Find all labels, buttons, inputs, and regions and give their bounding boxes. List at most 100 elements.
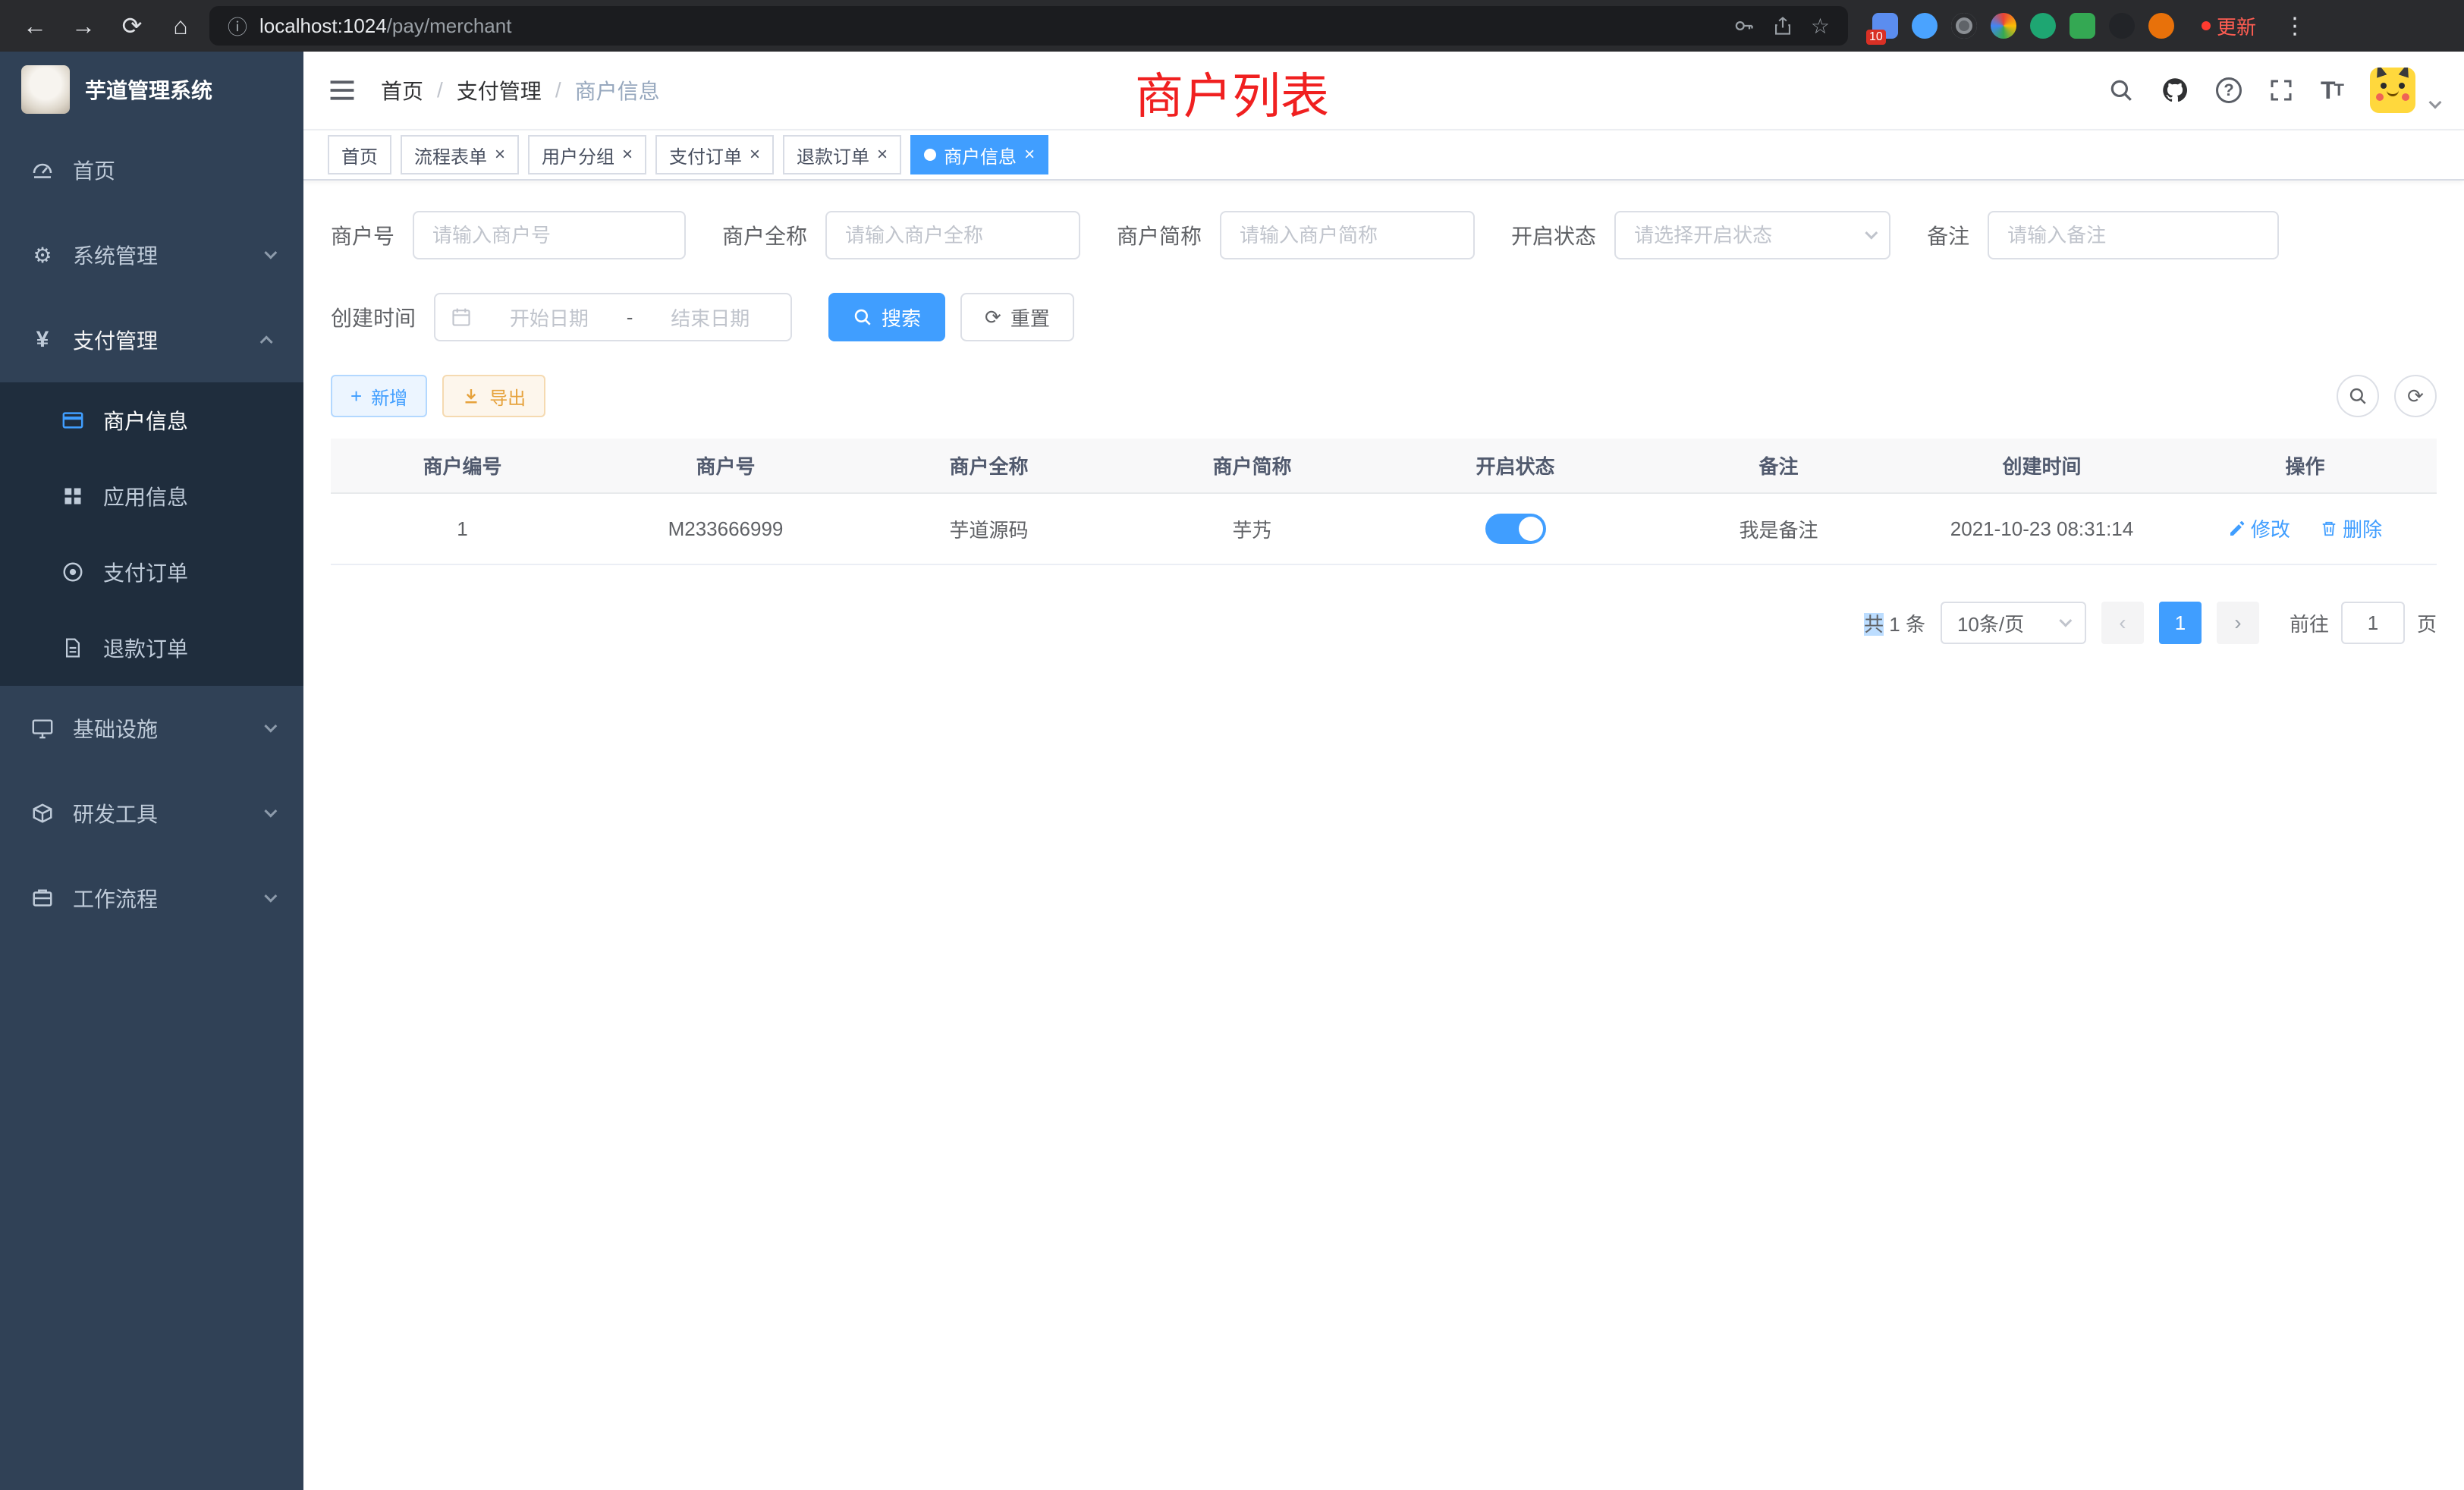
toggle-search-button[interactable] <box>2337 375 2379 417</box>
download-icon <box>462 387 480 405</box>
sidebar-item-label: 支付管理 <box>73 325 158 355</box>
breadcrumb-separator: / <box>555 78 561 102</box>
sidebar-item-dev-tools[interactable]: 研发工具 <box>0 771 303 856</box>
tab-merchant-info[interactable]: 商户信息× <box>910 135 1048 174</box>
reload-icon[interactable]: ⟳ <box>112 14 152 38</box>
breadcrumb-home[interactable]: 首页 <box>381 75 423 105</box>
address-bar[interactable]: ⓘ localhost:1024/pay/merchant ☆ <box>209 6 1848 46</box>
refresh-icon: ⟳ <box>985 307 1001 327</box>
active-dot-icon <box>924 149 936 161</box>
page-number-button[interactable]: 1 <box>2159 602 2202 644</box>
close-icon[interactable]: × <box>750 146 760 164</box>
merchant-card-icon <box>61 409 85 432</box>
cell-create-time: 2021-10-23 08:31:14 <box>1910 493 2173 564</box>
key-icon[interactable] <box>1733 15 1755 36</box>
extension-icon[interactable] <box>2070 13 2095 39</box>
next-page-button[interactable]: › <box>2217 602 2259 644</box>
delete-link[interactable]: 删除 <box>2320 514 2382 542</box>
prev-page-button[interactable]: ‹ <box>2101 602 2144 644</box>
browser-menu-icon[interactable]: ⋮ <box>2277 13 2312 39</box>
avatar-decoration <box>2399 68 2413 78</box>
tab-user-group[interactable]: 用户分组× <box>528 135 646 174</box>
search-button[interactable]: 搜索 <box>828 293 945 341</box>
merchant-name-input[interactable] <box>825 211 1080 259</box>
total-prefix: 共 <box>1864 613 1884 636</box>
sidebar-item-workflow[interactable]: 工作流程 <box>0 856 303 941</box>
merchant-no-input[interactable] <box>413 211 686 259</box>
forward-icon[interactable]: → <box>64 14 103 38</box>
cell-status <box>1384 493 1647 564</box>
user-avatar[interactable] <box>2370 68 2415 113</box>
date-range-picker[interactable]: 开始日期 - 结束日期 <box>434 293 792 341</box>
close-icon[interactable]: × <box>622 146 633 164</box>
close-icon[interactable]: × <box>1024 146 1035 164</box>
remark-input[interactable] <box>1988 211 2279 259</box>
page-size-select[interactable]: 10条/页 <box>1941 602 2086 644</box>
bookmark-star-icon[interactable]: ☆ <box>1811 14 1830 39</box>
sidebar-item-label: 支付订单 <box>103 557 188 587</box>
navbar-actions: ? TT <box>2108 68 2440 113</box>
user-menu-caret-icon[interactable] <box>2429 96 2442 109</box>
tab-process-form[interactable]: 流程表单× <box>401 135 519 174</box>
search-icon[interactable] <box>2108 77 2134 103</box>
goto-page-input[interactable] <box>2341 602 2405 644</box>
gear-icon: ⚙ <box>30 243 55 268</box>
close-icon[interactable]: × <box>877 146 888 164</box>
home-icon[interactable]: ⌂ <box>161 14 200 38</box>
update-label: 更新 <box>2217 12 2256 40</box>
font-size-icon[interactable]: TT <box>2321 77 2343 105</box>
help-icon[interactable]: ? <box>2216 77 2242 103</box>
sidebar-item-app-info[interactable]: 应用信息 <box>0 458 303 534</box>
extension-icon[interactable] <box>1951 13 1977 39</box>
date-separator: - <box>627 306 633 329</box>
export-button-label: 导出 <box>489 383 526 410</box>
total-count: 1 <box>1889 613 1900 636</box>
reset-button[interactable]: ⟳ 重置 <box>960 293 1074 341</box>
url-text[interactable]: localhost:1024/pay/merchant <box>259 14 1721 38</box>
search-icon <box>853 307 872 327</box>
extension-icon[interactable]: 10 <box>1872 13 1898 39</box>
avatar-decoration <box>2387 90 2399 96</box>
back-icon[interactable]: ← <box>15 14 55 38</box>
tab-home[interactable]: 首页 <box>328 135 391 174</box>
sidebar-item-payment-order[interactable]: 支付订单 <box>0 534 303 610</box>
sidebar-item-payment[interactable]: ¥ 支付管理 <box>0 297 303 382</box>
refresh-table-button[interactable]: ⟳ <box>2394 375 2437 417</box>
sidebar-item-label: 应用信息 <box>103 481 188 511</box>
profile-avatar-icon[interactable] <box>2148 13 2174 39</box>
add-button[interactable]: + 新增 <box>331 375 427 417</box>
tab-payment-order[interactable]: 支付订单× <box>655 135 774 174</box>
field-label: 开启状态 <box>1511 220 1596 250</box>
extension-icon[interactable] <box>1991 13 2016 39</box>
toggle-knob <box>1519 517 1543 541</box>
fullscreen-icon[interactable] <box>2269 78 2293 102</box>
screen: ← → ⟳ ⌂ ⓘ localhost:1024/pay/merchant ☆ … <box>0 0 2464 1490</box>
status-select[interactable] <box>1614 211 1890 259</box>
chevron-down-icon <box>264 890 277 903</box>
start-date-placeholder: 开始日期 <box>484 303 614 332</box>
extension-icon[interactable] <box>2109 13 2135 39</box>
browser-update-button[interactable]: 更新 <box>2202 12 2256 40</box>
sidebar-item-refund-order[interactable]: 退款订单 <box>0 610 303 686</box>
status-toggle[interactable] <box>1485 514 1546 544</box>
edit-link[interactable]: 修改 <box>2228 514 2290 542</box>
sidebar-item-infrastructure[interactable]: 基础设施 <box>0 686 303 771</box>
close-icon[interactable]: × <box>495 146 505 164</box>
page-jumper: 前往 页 <box>2290 602 2437 644</box>
sidebar-item-home[interactable]: 首页 <box>0 127 303 212</box>
sidebar-logo[interactable]: 芋道管理系统 <box>0 52 303 127</box>
tab-refund-order[interactable]: 退款订单× <box>783 135 901 174</box>
hamburger-icon[interactable] <box>328 76 357 105</box>
extension-icon[interactable] <box>2030 13 2056 39</box>
site-info-icon[interactable]: ⓘ <box>228 12 247 40</box>
breadcrumb-payment[interactable]: 支付管理 <box>457 75 542 105</box>
chevron-down-icon <box>264 720 277 733</box>
share-icon[interactable] <box>1773 16 1793 36</box>
export-button[interactable]: 导出 <box>442 375 545 417</box>
sidebar-item-merchant-info[interactable]: 商户信息 <box>0 382 303 458</box>
merchant-short-name-input[interactable] <box>1220 211 1475 259</box>
github-icon[interactable] <box>2161 77 2189 104</box>
sidebar-item-system[interactable]: ⚙ 系统管理 <box>0 212 303 297</box>
end-date-placeholder: 结束日期 <box>645 303 775 332</box>
extension-icon[interactable] <box>1912 13 1938 39</box>
